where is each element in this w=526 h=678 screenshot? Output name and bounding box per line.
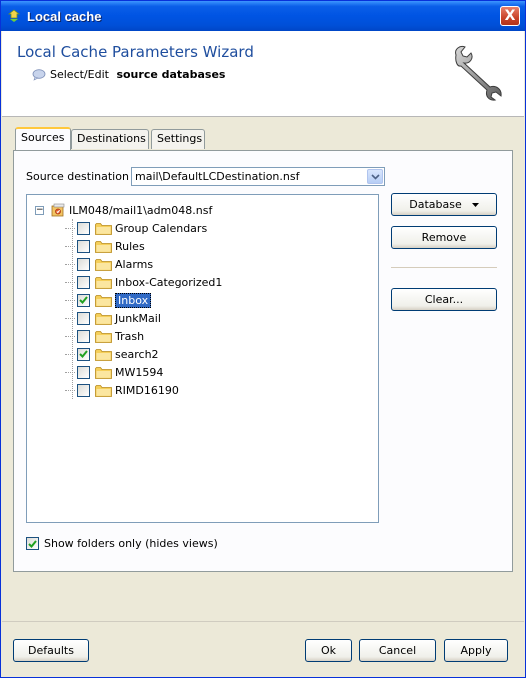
wrench-icon — [455, 46, 502, 101]
tab-settings[interactable]: Settings — [151, 129, 205, 149]
tree-connector — [65, 227, 75, 229]
check-icon — [79, 296, 88, 304]
folder-label: RIMD16190 — [115, 383, 179, 397]
folder-icon — [95, 384, 112, 397]
folder-label: Inbox-Categorized1 — [115, 275, 223, 289]
show-folders-only[interactable]: Show folders only (hides views) — [26, 537, 218, 550]
source-destination-label: Source destination — [26, 170, 129, 183]
tree-item[interactable]: Group Calendars — [65, 219, 207, 237]
tree-connector — [65, 353, 75, 355]
apply-button[interactable]: Apply — [444, 639, 508, 662]
tree-item[interactable]: MW1594 — [65, 363, 163, 381]
folder-checkbox[interactable] — [77, 275, 90, 289]
wizard-subtitle: Select/Edit source databases — [32, 68, 225, 81]
check-icon — [79, 350, 88, 358]
show-folders-only-label: Show folders only (hides views) — [44, 537, 218, 550]
tree-item-selected[interactable]: Inbox — [65, 291, 152, 309]
tree-connector — [65, 335, 75, 337]
tree-connector — [65, 245, 75, 247]
folder-icon — [95, 258, 112, 271]
folder-label: Trash — [115, 329, 145, 343]
cancel-button[interactable]: Cancel — [359, 639, 436, 662]
sources-panel: Source destination mail\DefaultLCDestina… — [13, 150, 513, 572]
ok-button[interactable]: Ok — [305, 639, 352, 662]
wizard-title: Local Cache Parameters Wizard — [17, 43, 254, 61]
folder-icon — [95, 240, 112, 253]
speech-bubble-icon — [32, 68, 46, 81]
tree-item[interactable]: RIMD16190 — [65, 381, 179, 399]
tab-destinations[interactable]: Destinations — [71, 129, 149, 149]
close-icon: X — [504, 8, 516, 24]
folder-checkbox[interactable] — [77, 257, 90, 271]
folder-icon — [95, 294, 112, 307]
tree-root[interactable]: − ILM048/mail1\adm048.nsf — [35, 201, 212, 219]
app-icon — [7, 9, 21, 23]
check-icon — [28, 539, 37, 548]
folder-checkbox[interactable] — [77, 311, 90, 325]
subtitle-bold: source databases — [116, 68, 226, 81]
folder-label: Rules — [115, 239, 145, 253]
folder-checkbox[interactable] — [77, 383, 90, 397]
database-icon — [51, 203, 65, 217]
folder-label: Inbox — [115, 292, 152, 308]
tree-root-label: ILM048/mail1\adm048.nsf — [69, 203, 213, 217]
subtitle-prefix: Select/Edit — [50, 68, 113, 81]
database-button[interactable]: Database — [391, 193, 497, 216]
folder-icon — [95, 222, 112, 235]
tree-item[interactable]: Inbox-Categorized1 — [65, 273, 222, 291]
footer-separator — [2, 621, 524, 622]
database-tree[interactable]: − ILM048/mail1\adm048.nsf Group Calendar… — [26, 194, 379, 523]
folder-icon — [95, 330, 112, 343]
tree-connector — [65, 389, 75, 391]
tree-item[interactable]: search2 — [65, 345, 159, 363]
tree-item[interactable]: Alarms — [65, 255, 153, 273]
wizard-header: Local Cache Parameters Wizard Select/Edi… — [2, 31, 524, 117]
folder-checkbox[interactable] — [77, 239, 90, 253]
folder-label: Alarms — [115, 257, 154, 271]
folder-label: search2 — [115, 347, 159, 361]
folder-checkbox-checked[interactable] — [77, 347, 90, 361]
collapse-icon[interactable]: − — [35, 205, 44, 215]
dropdown-arrow-icon — [471, 202, 479, 207]
folder-icon — [95, 276, 112, 289]
folder-checkbox[interactable] — [77, 365, 90, 379]
tree-item[interactable]: Trash — [65, 327, 144, 345]
folder-checkbox[interactable] — [77, 221, 90, 235]
tree-connector — [65, 263, 75, 265]
title-bar[interactable]: Local cache X — [1, 1, 525, 31]
database-button-label: Database — [409, 198, 462, 211]
local-cache-window: Local cache X Local Cache Parameters Wiz… — [0, 0, 526, 678]
folder-label: JunkMail — [115, 311, 161, 325]
folder-label: Group Calendars — [115, 221, 208, 235]
tree-connector — [65, 371, 75, 373]
side-separator — [391, 267, 497, 268]
source-destination-select[interactable]: mail\DefaultLCDestination.nsf — [131, 167, 385, 186]
window-title: Local cache — [27, 8, 102, 24]
tree-item[interactable]: Rules — [65, 237, 145, 255]
folder-checkbox[interactable] — [77, 329, 90, 343]
tree-connector — [65, 317, 75, 319]
folder-label: MW1594 — [115, 365, 164, 379]
source-destination-value: mail\DefaultLCDestination.nsf — [135, 170, 300, 183]
chevron-down-icon[interactable] — [367, 169, 383, 184]
tree-connector — [65, 299, 75, 301]
defaults-button[interactable]: Defaults — [13, 639, 89, 662]
clear-button[interactable]: Clear... — [391, 288, 497, 311]
tree-connector — [65, 281, 75, 283]
tab-sources[interactable]: Sources — [15, 127, 71, 150]
tree-item[interactable]: JunkMail — [65, 309, 161, 327]
close-button[interactable]: X — [500, 6, 520, 26]
remove-button[interactable]: Remove — [391, 226, 497, 249]
show-folders-only-checkbox[interactable] — [26, 537, 39, 550]
folder-checkbox-checked[interactable] — [77, 293, 90, 307]
folder-icon — [95, 348, 112, 361]
folder-icon — [95, 312, 112, 325]
folder-icon — [95, 366, 112, 379]
